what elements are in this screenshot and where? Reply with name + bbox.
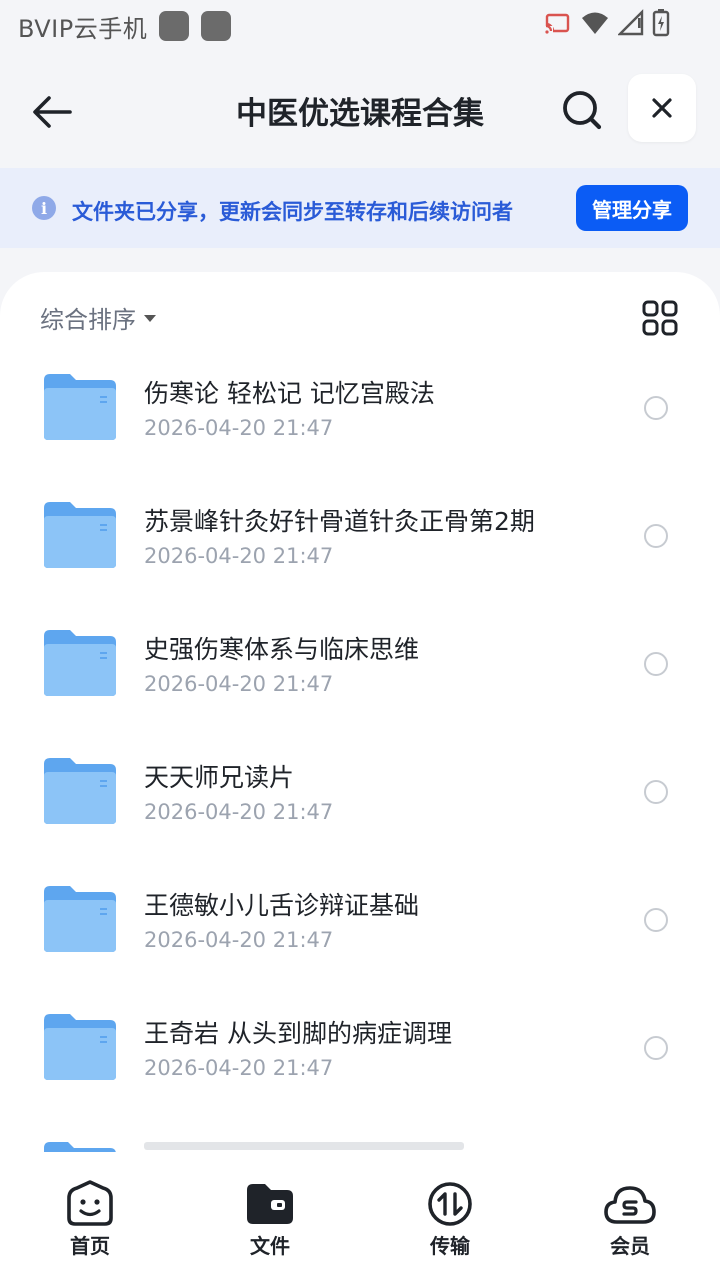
arrow-left-icon <box>33 96 72 128</box>
nav-label-transfer: 传输 <box>430 1234 470 1258</box>
file-name: 伤寒论 轻松记 记忆宫殿法 <box>144 379 435 408</box>
share-notice-text: 文件夹已分享，更新会同步至转存和后续访问者 <box>72 200 513 224</box>
select-checkbox[interactable] <box>644 652 668 676</box>
cloud-vip-icon <box>604 1186 656 1224</box>
list-item[interactable]: 王奇岩 从头到脚的病症调理 2026-04-20 21:47 <box>0 990 720 1118</box>
sort-dropdown[interactable]: 综合排序 <box>40 300 156 335</box>
app-bar: 中医优选课程合集 <box>0 64 720 154</box>
nav-item-files[interactable]: 文件 <box>180 1152 360 1280</box>
status-app-title: BVIP云手机 <box>18 14 148 43</box>
wifi-icon <box>582 12 608 34</box>
file-date: 2026-04-20 21:47 <box>144 800 334 824</box>
share-notice-banner: i 文件夹已分享，更新会同步至转存和后续访问者 管理分享 <box>0 168 720 248</box>
close-icon <box>652 98 672 118</box>
back-button[interactable] <box>26 86 78 138</box>
page-title: 中医优选课程合集 <box>236 96 484 132</box>
smile-face-icon <box>67 1180 113 1226</box>
search-icon <box>563 91 602 130</box>
bottom-navigation: 首页 文件 传输 会员 <box>0 1152 720 1280</box>
transfer-icon <box>428 1182 472 1226</box>
list-item[interactable]: 史强伤寒体系与临床思维 2026-04-20 21:47 <box>0 606 720 734</box>
file-date: 2026-04-20 21:47 <box>144 416 334 440</box>
manage-share-button[interactable]: 管理分享 <box>576 185 688 231</box>
file-date: 2026-04-20 21:47 <box>144 544 334 568</box>
file-name: 苏景峰针灸好针骨道针灸正骨第2期 <box>144 507 535 536</box>
nav-item-home[interactable]: 首页 <box>0 1152 180 1280</box>
nav-label-files: 文件 <box>250 1234 290 1258</box>
nav-label-home: 首页 <box>70 1234 110 1258</box>
battery-icon <box>652 9 670 37</box>
status-indicators <box>542 8 670 38</box>
select-checkbox[interactable] <box>644 780 668 804</box>
nav-item-transfer[interactable]: 传输 <box>360 1152 540 1280</box>
info-icon: i <box>32 196 56 220</box>
list-item[interactable]: 天天师兄读片 2026-04-20 21:47 <box>0 734 720 862</box>
nav-item-vip[interactable]: 会员 <box>540 1152 720 1280</box>
file-date: 2026-04-20 21:47 <box>144 928 334 952</box>
sort-label: 综合排序 <box>40 306 136 334</box>
file-name: 王德敏小儿舌诊辩证基础 <box>144 891 420 920</box>
list-item[interactable]: 苏景峰针灸好针骨道针灸正骨第2期 2026-04-20 21:47 <box>0 478 720 606</box>
file-name: 史强伤寒体系与临床思维 <box>144 635 420 664</box>
screen: BVIP云手机 中医优选课程合集 i 文件夹已分享，更新会同步至转存和后续访问者… <box>0 0 720 1280</box>
signal-icon <box>618 9 644 36</box>
folder-icon <box>44 630 116 696</box>
select-checkbox[interactable] <box>644 396 668 420</box>
caret-down-icon <box>144 315 156 322</box>
folder-icon <box>44 502 116 568</box>
close-button[interactable] <box>628 74 696 142</box>
cast-icon <box>545 13 570 34</box>
folder-icon <box>44 1014 116 1080</box>
status-app-icon <box>201 11 232 41</box>
status-app-icon <box>159 11 190 41</box>
file-list-card: 综合排序 伤寒论 轻松记 记忆宫殿法 2026-04-20 21:47 苏景峰针灸好… <box>0 272 720 1280</box>
file-name: 王奇岩 从头到脚的病症调理 <box>144 1019 452 1048</box>
folder-icon <box>247 1184 293 1224</box>
list-item[interactable]: 王德敏小儿舌诊辩证基础 2026-04-20 21:47 <box>0 862 720 990</box>
status-bar: BVIP云手机 <box>0 0 720 52</box>
grid-view-icon[interactable] <box>640 298 680 338</box>
file-date: 2026-04-20 21:47 <box>144 1056 334 1080</box>
select-checkbox[interactable] <box>644 524 668 548</box>
select-checkbox[interactable] <box>644 1036 668 1060</box>
nav-label-vip: 会员 <box>610 1234 650 1258</box>
file-name: 天天师兄读片 <box>144 763 295 792</box>
folder-icon <box>44 886 116 952</box>
search-button[interactable] <box>554 82 610 138</box>
list-item[interactable]: 伤寒论 轻松记 记忆宫殿法 2026-04-20 21:47 <box>0 350 720 478</box>
folder-icon <box>44 758 116 824</box>
folder-icon <box>44 374 116 440</box>
select-checkbox[interactable] <box>644 908 668 932</box>
file-date: 2026-04-20 21:47 <box>144 672 334 696</box>
file-list: 伤寒论 轻松记 记忆宫殿法 2026-04-20 21:47 苏景峰针灸好针骨道针灸… <box>0 350 720 1118</box>
